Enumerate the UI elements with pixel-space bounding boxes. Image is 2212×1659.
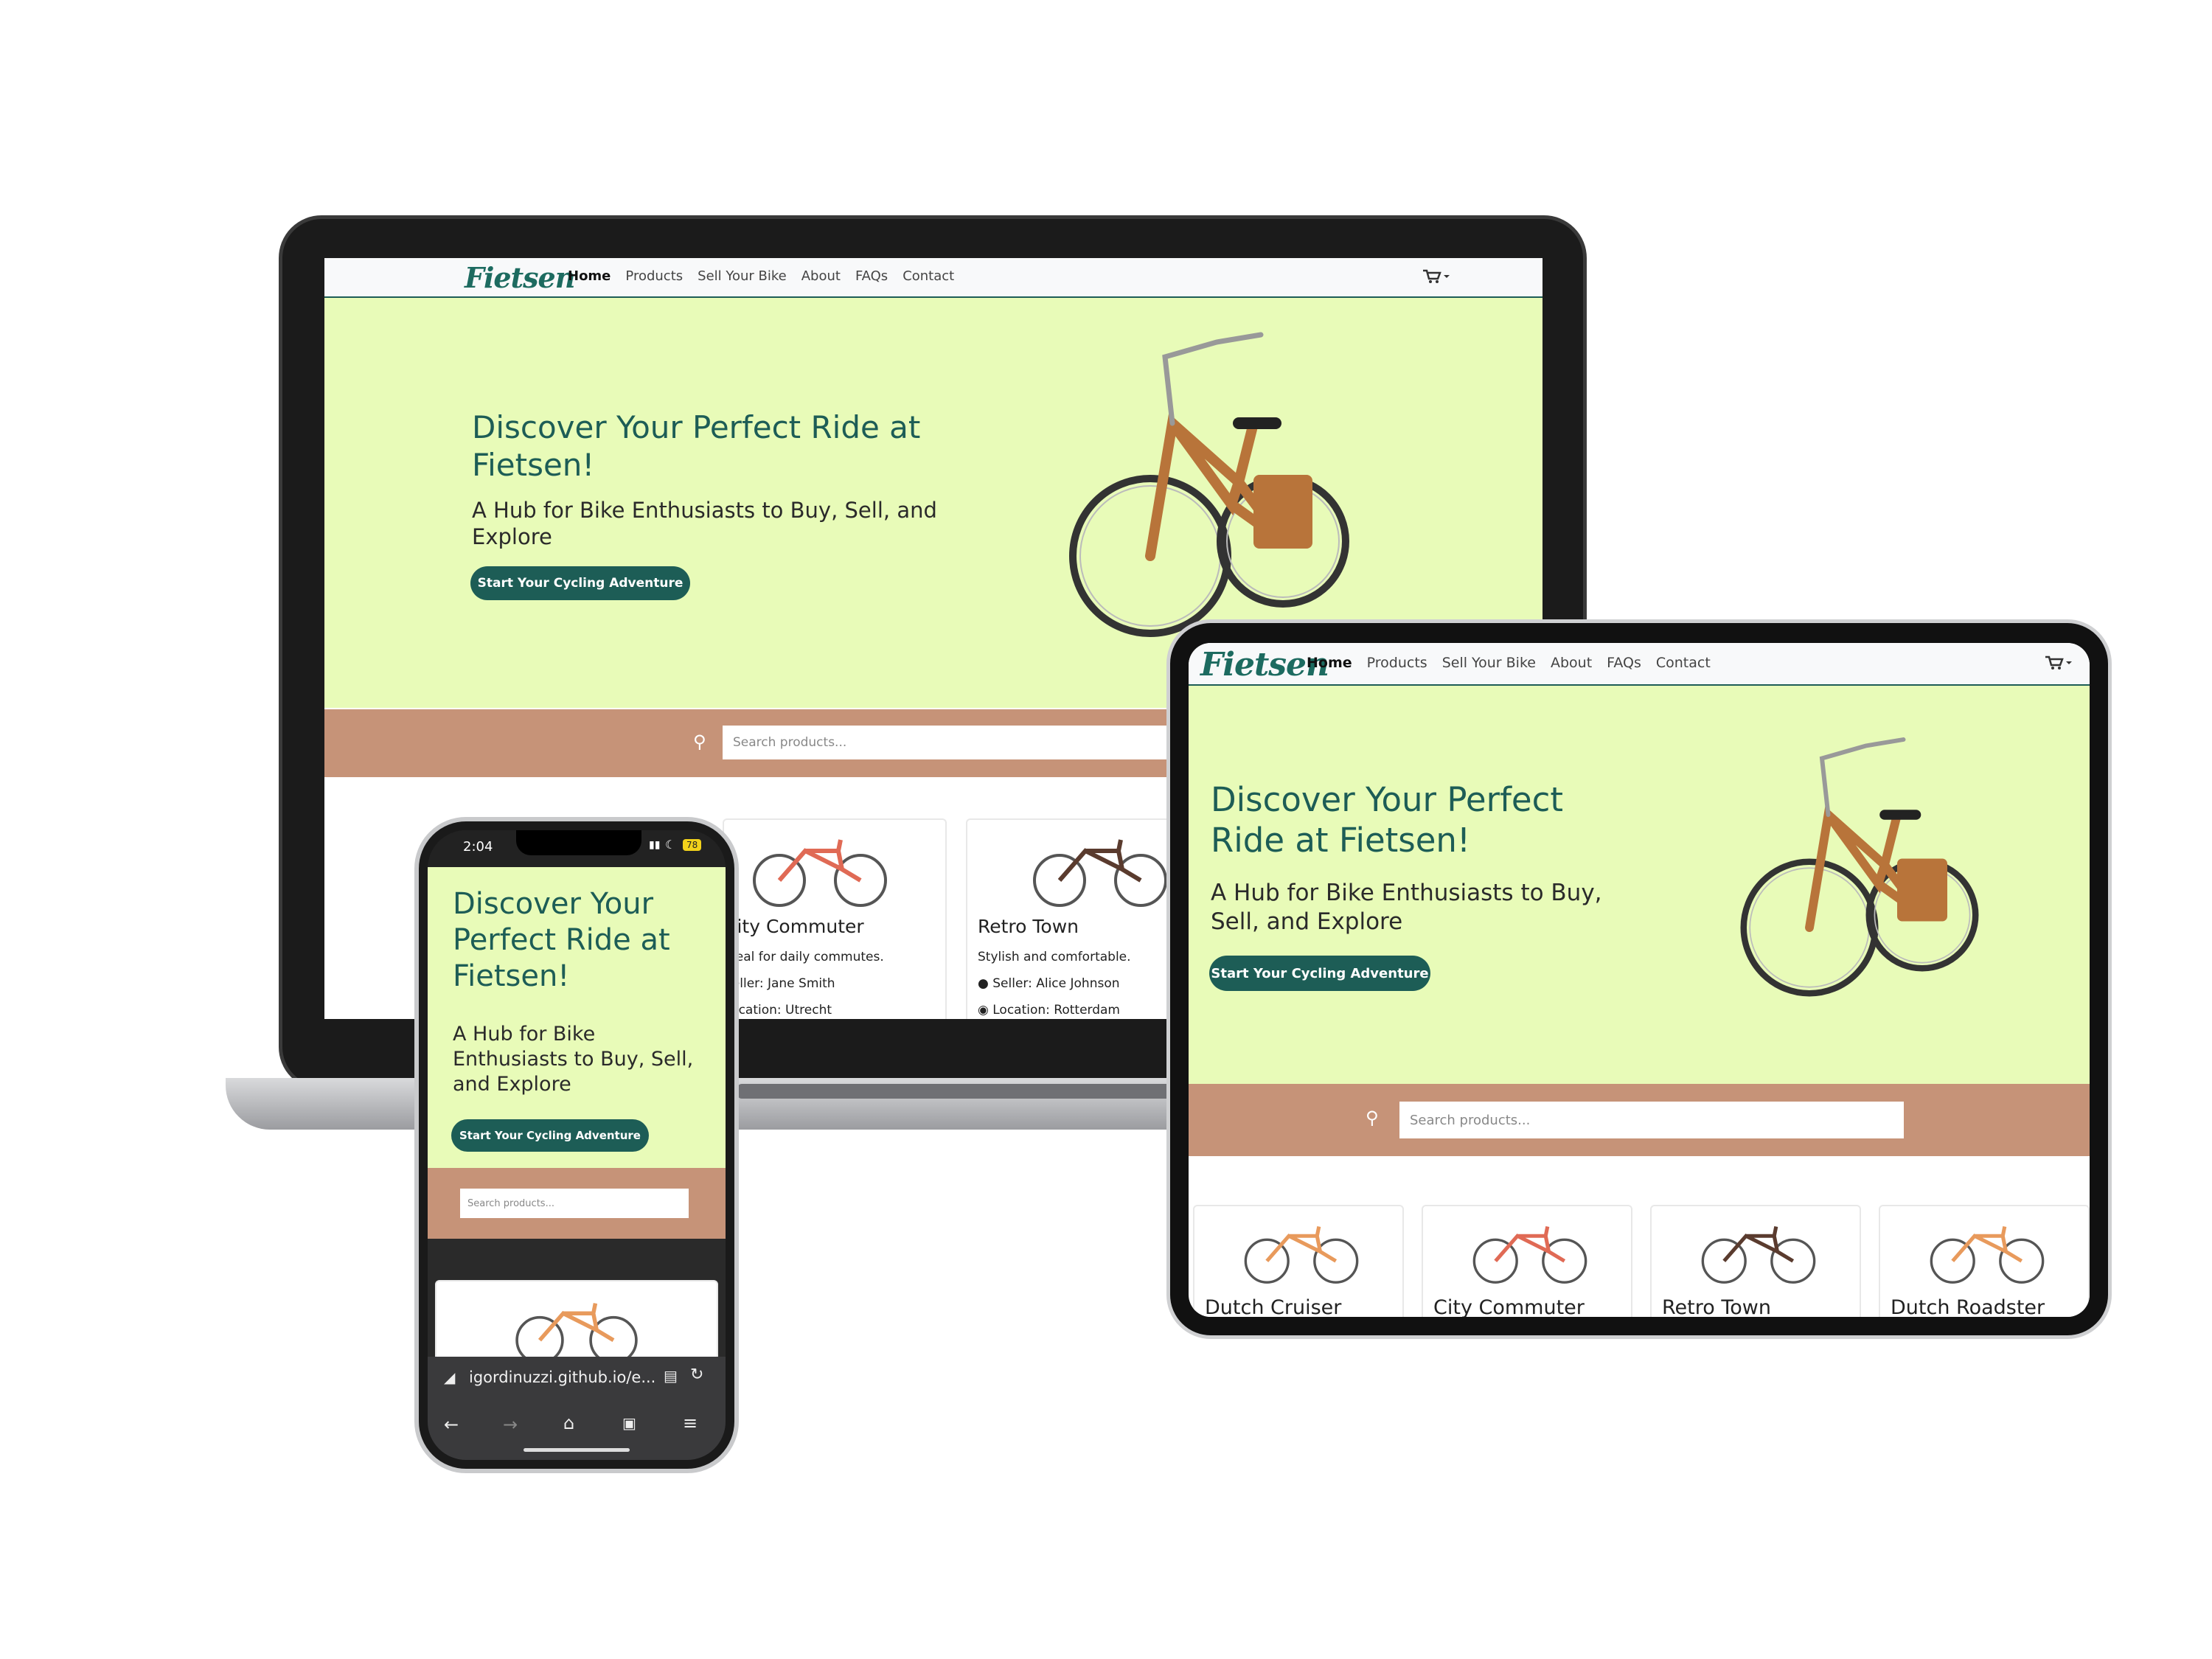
user-icon: ● bbox=[978, 976, 989, 991]
hero-title: Discover Your Perfect Ride at Fietsen! bbox=[453, 887, 670, 993]
product-card[interactable]: City Commuter Ideal for daily commutes. … bbox=[723, 818, 947, 1019]
menu-icon[interactable]: ≡ bbox=[683, 1413, 698, 1433]
status-time: 2:04 bbox=[463, 839, 493, 855]
product-bike-image bbox=[1033, 839, 1167, 907]
nav-sell-your-bike[interactable]: Sell Your Bike bbox=[1442, 655, 1536, 671]
nav-about[interactable]: About bbox=[1551, 655, 1592, 671]
product-location-text: Location: Rotterdam bbox=[992, 1003, 1120, 1018]
tablet-hero: Discover Your Perfect Ride at Fietsen! A… bbox=[1189, 686, 2090, 1084]
forward-icon[interactable]: → bbox=[503, 1414, 518, 1435]
battery-badge: 78 bbox=[683, 839, 702, 851]
product-bike-image bbox=[1472, 1225, 1587, 1284]
product-name: Retro Town bbox=[1662, 1296, 1771, 1317]
nav-about[interactable]: About bbox=[801, 268, 841, 284]
product-seller-text: Seller: Alice Johnson bbox=[992, 976, 1120, 991]
phone-search-band: Search products... bbox=[428, 1168, 726, 1239]
product-name: City Commuter bbox=[1433, 1296, 1585, 1317]
nav-contact[interactable]: Contact bbox=[1656, 655, 1711, 671]
hero-subtitle: A Hub for Bike Enthusiasts to Buy, Sell,… bbox=[1211, 880, 1602, 935]
product-name: Dutch Roadster bbox=[1891, 1296, 2045, 1317]
cart-icon[interactable] bbox=[2044, 655, 2073, 671]
product-name: Retro Town bbox=[978, 916, 1079, 937]
hero-subtitle: A Hub for Bike Enthusiasts to Buy, Sell,… bbox=[472, 498, 937, 550]
search-icon: ⚲ bbox=[693, 731, 706, 752]
hero-title: Discover Your Perfect Ride at Fietsen! bbox=[472, 409, 921, 484]
start-adventure-button[interactable]: Start Your Cycling Adventure bbox=[1209, 956, 1430, 991]
lock-icon: ◢ bbox=[444, 1368, 456, 1386]
home-indicator bbox=[524, 1448, 630, 1452]
nav-contact[interactable]: Contact bbox=[902, 268, 954, 284]
product-card[interactable]: Retro Town bbox=[1650, 1205, 1861, 1317]
phone-status-bar: 2:04 ▮▮ ☾ 78 bbox=[428, 830, 726, 867]
laptop-keyboard-strip bbox=[737, 1084, 1180, 1099]
reload-icon[interactable]: ↻ bbox=[690, 1366, 703, 1384]
phone-notch bbox=[516, 830, 641, 855]
nav-links: Home Products Sell Your Bike About FAQs … bbox=[1307, 655, 1711, 671]
product-card[interactable]: Dutch Roadster bbox=[1879, 1205, 2090, 1317]
search-icon: ⚲ bbox=[1366, 1107, 1379, 1128]
hero-bike-image bbox=[1740, 737, 1979, 997]
product-bike-image bbox=[1244, 1225, 1359, 1284]
nav-faqs[interactable]: FAQs bbox=[855, 268, 888, 284]
product-seller: ● Seller: Alice Johnson bbox=[978, 976, 1120, 991]
start-adventure-button[interactable]: Start Your Cycling Adventure bbox=[470, 566, 690, 600]
browser-bar: ◢ igordinuzzi.github.io/e... ▤ ↻ ← → ⌂ ▣… bbox=[428, 1357, 726, 1460]
product-location: ◉ Location: Rotterdam bbox=[978, 1003, 1120, 1018]
product-card[interactable]: Retro Town Stylish and comfortable. ● Se… bbox=[966, 818, 1190, 1019]
tablet-search-band: ⚲ Search products... bbox=[1189, 1084, 2090, 1156]
nav-links: Home Products Sell Your Bike About FAQs … bbox=[568, 268, 954, 284]
search-input[interactable]: Search products... bbox=[460, 1189, 689, 1218]
url-field[interactable]: igordinuzzi.github.io/e... bbox=[469, 1368, 655, 1386]
start-adventure-button[interactable]: Start Your Cycling Adventure bbox=[451, 1119, 649, 1152]
phone-screen: 2:04 ▮▮ ☾ 78 Discover Your Perfect Ride … bbox=[428, 830, 726, 1460]
hero-bike-image bbox=[1069, 332, 1349, 637]
laptop-navbar: Fietsen Home Products Sell Your Bike Abo… bbox=[324, 258, 1543, 298]
reader-icon[interactable]: ▤ bbox=[664, 1367, 678, 1385]
search-input[interactable]: Search products... bbox=[1399, 1102, 1904, 1138]
tabs-icon[interactable]: ▣ bbox=[622, 1414, 636, 1432]
product-bike-image bbox=[515, 1303, 638, 1365]
tablet-navbar: Fietsen Home Products Sell Your Bike Abo… bbox=[1189, 643, 2090, 686]
wifi-icon: ☾ bbox=[665, 838, 676, 852]
back-icon[interactable]: ← bbox=[444, 1414, 459, 1435]
product-seller: Seller: Jane Smith bbox=[724, 976, 835, 991]
cart-icon[interactable] bbox=[1422, 268, 1451, 285]
nav-home[interactable]: Home bbox=[1307, 655, 1352, 671]
product-description: Ideal for daily commutes. bbox=[724, 950, 884, 964]
home-icon[interactable]: ⌂ bbox=[563, 1413, 574, 1433]
signal-icon: ▮▮ bbox=[649, 839, 661, 851]
nav-home[interactable]: Home bbox=[568, 268, 611, 284]
nav-products[interactable]: Products bbox=[1367, 655, 1427, 671]
product-name: Dutch Cruiser bbox=[1205, 1296, 1342, 1317]
product-bike-image bbox=[1930, 1225, 2045, 1284]
nav-products[interactable]: Products bbox=[625, 268, 683, 284]
product-name: City Commuter bbox=[724, 916, 864, 937]
product-bike-image bbox=[753, 839, 887, 907]
product-card[interactable] bbox=[435, 1280, 718, 1368]
tablet-screen: Fietsen Home Products Sell Your Bike Abo… bbox=[1189, 643, 2090, 1317]
nav-sell-your-bike[interactable]: Sell Your Bike bbox=[698, 268, 787, 284]
site-logo[interactable]: Fietsen bbox=[465, 261, 575, 294]
nav-faqs[interactable]: FAQs bbox=[1607, 655, 1641, 671]
product-location: Location: Utrecht bbox=[724, 1003, 832, 1018]
hero-title: Discover Your Perfect Ride at Fietsen! bbox=[1211, 780, 1563, 860]
hero-subtitle: A Hub for Bike Enthusiasts to Buy, Sell,… bbox=[453, 1023, 694, 1096]
phone-hero: Discover Your Perfect Ride at Fietsen! A… bbox=[428, 867, 726, 1168]
product-card[interactable]: Dutch Cruiser bbox=[1193, 1205, 1404, 1317]
product-bike-image bbox=[1701, 1225, 1816, 1284]
location-pin-icon: ◉ bbox=[978, 1003, 989, 1018]
product-card[interactable]: City Commuter bbox=[1422, 1205, 1632, 1317]
product-description: Stylish and comfortable. bbox=[978, 950, 1131, 964]
